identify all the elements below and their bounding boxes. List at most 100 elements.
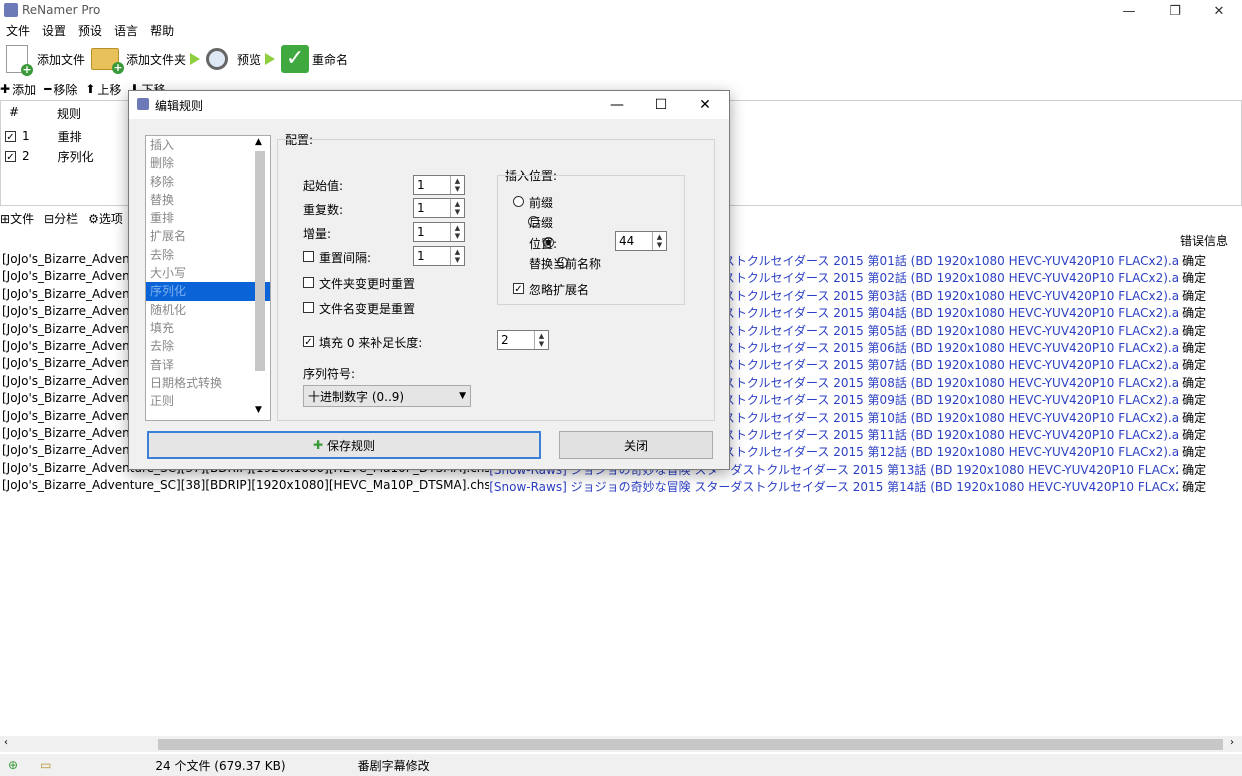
file-status: 确定 [1182, 462, 1207, 477]
preset-name: 番剧字幕修改 [357, 758, 430, 773]
rule-type-item[interactable]: 随机化 [146, 301, 270, 319]
file-row[interactable]: [JoJo's_Bizarre_Adventure_SC][38][BDRIP]… [0, 478, 1242, 495]
rule-type-item[interactable]: 替换 [146, 191, 270, 209]
scrollbar-thumb[interactable] [158, 739, 1223, 750]
restore-button[interactable]: ❐ [1152, 0, 1198, 22]
reset-folder-checkbox[interactable] [303, 277, 314, 288]
rule-row[interactable]: ✓ 2 序列化 [5, 147, 94, 165]
dialog-close-button[interactable]: ✕ [683, 91, 727, 119]
rule-type-item[interactable]: 正则 [146, 392, 270, 410]
status-bar: ⊕ ▭ 24 个文件 (679.37 KB) 番剧字幕修改 [0, 754, 1242, 776]
rule-type-item[interactable]: 日期格式转换 [146, 374, 270, 392]
rule-row[interactable]: ✓ 1 重排 [5, 127, 82, 145]
rule-name: 序列化 [57, 149, 94, 164]
rule-type-item[interactable]: 去除 [146, 337, 270, 355]
dialog-title: 编辑规则 [155, 99, 204, 113]
remove-rule-button[interactable]: ━ 移除 [44, 80, 77, 98]
add-files-label: 添加文件 [37, 52, 86, 67]
dialog-maximize-button[interactable]: ☐ [639, 91, 683, 119]
start-label: 起始值: [303, 179, 344, 193]
numbering-value: 十进制数字 (0..9) [308, 389, 405, 404]
col-num-header: # [9, 105, 20, 119]
rule-checkbox[interactable]: ✓ [5, 130, 16, 143]
menu-presets[interactable]: 预设 [72, 22, 108, 40]
spinner-arrows-icon[interactable]: ▲ ▼ [450, 176, 464, 194]
rule-type-item[interactable]: 移除 [146, 173, 270, 191]
spinner-arrows-icon[interactable]: ▲ ▼ [450, 199, 464, 217]
rule-type-item[interactable]: 序列化 [146, 282, 270, 301]
add-files-button[interactable]: 添加文件 [6, 42, 85, 76]
file-old-name: [JoJo's_Bizarre_Adventure_SC][38][BDRIP]… [2, 478, 490, 493]
reset-name-checkbox[interactable] [303, 302, 314, 313]
move-up-button[interactable]: ⬆ 上移 [85, 80, 121, 98]
numbering-select[interactable]: 十进制数字 (0..9) ▼ [303, 385, 471, 407]
start-value: 1 [417, 178, 425, 192]
rename-button[interactable]: ✓ 重命名 [281, 42, 348, 76]
dialog-minimize-button[interactable]: — [595, 91, 639, 119]
move-up-label: 上移 [97, 82, 122, 97]
reset-every-spinner[interactable]: 1 ▲ ▼ [413, 246, 465, 266]
file-count: 24 个文件 (679.37 KB) [155, 758, 286, 773]
menu-file[interactable]: 文件 [0, 22, 36, 40]
spinner-arrows-icon[interactable]: ▲ ▼ [534, 331, 548, 349]
spinner-arrows-icon[interactable]: ▲ ▼ [450, 247, 464, 265]
position-spinner[interactable]: 44 ▲ ▼ [615, 231, 667, 251]
file-status: 确定 [1182, 254, 1207, 268]
spinner-arrows-icon[interactable]: ▲ ▼ [450, 223, 464, 241]
minimize-button[interactable]: — [1106, 0, 1152, 22]
file-new-name: ストクルセイダース 2015 第09話 (BD 1920x1080 HEVC-Y… [722, 393, 1179, 408]
prefix-radio[interactable] [513, 196, 524, 207]
rule-checkbox[interactable]: ✓ [5, 150, 16, 163]
add-rule-button[interactable]: ✚ 添加 [0, 80, 36, 98]
file-new-name: ストクルセイダース 2015 第04話 (BD 1920x1080 HEVC-Y… [722, 306, 1179, 321]
rule-type-item[interactable]: 扩展名 [146, 227, 270, 245]
rule-type-item[interactable]: 重排 [146, 209, 270, 227]
file-status: 确定 [1182, 445, 1207, 460]
rule-list-scrollbar[interactable]: ▲ ▼ [253, 135, 267, 419]
rule-list-thumb[interactable] [255, 151, 265, 371]
pad-zero-checkbox[interactable]: ✓ [303, 336, 314, 348]
columns-tab[interactable]: ⊟分栏 [44, 210, 78, 228]
file-new-name: ストクルセイダース 2015 第02話 (BD 1920x1080 HEVC-Y… [722, 271, 1179, 286]
file-status: 确定 [1182, 480, 1207, 495]
file-new-name: ストクルセイダース 2015 第12話 (BD 1920x1080 HEVC-Y… [722, 445, 1179, 460]
add-file-status-icon[interactable]: ⊕ [8, 758, 18, 772]
ignore-ext-checkbox[interactable]: ✓ [513, 283, 524, 295]
step-spinner[interactable]: 1 ▲ ▼ [413, 222, 465, 242]
file-new-name: ストクルセイダース 2015 第05話 (BD 1920x1080 HEVC-Y… [722, 323, 1179, 338]
preview-button[interactable]: 预览 [206, 42, 261, 76]
files-tab[interactable]: ⊞文件 [0, 210, 34, 228]
folder-status-icon[interactable]: ▭ [40, 758, 51, 772]
rule-type-item[interactable]: 填充 [146, 319, 270, 337]
reset-every-checkbox[interactable] [303, 251, 314, 262]
repeat-spinner[interactable]: 1 ▲ ▼ [413, 198, 465, 218]
rule-type-item[interactable]: 大小写 [146, 264, 270, 282]
file-new-name: [Snow-Raws] ジョジョの奇妙な冒険 スターダストクルセイダース 201… [489, 480, 1179, 495]
rename-label: 重命名 [312, 52, 349, 67]
close-dialog-button[interactable]: 关闭 [559, 431, 713, 459]
scroll-left-icon[interactable]: ‹ [4, 737, 8, 748]
position-value: 44 [619, 234, 635, 248]
start-spinner[interactable]: 1 ▲ ▼ [413, 175, 465, 195]
menu-language[interactable]: 语言 [108, 22, 144, 40]
add-folder-button[interactable]: 添加文件夹 [91, 42, 186, 76]
pad-zero-label: 填充 0 来补足长度: [319, 336, 423, 350]
scroll-down-icon[interactable]: ▼ [255, 405, 262, 415]
file-new-name: ストクルセイダース 2015 第10話 (BD 1920x1080 HEVC-Y… [722, 410, 1179, 425]
scroll-right-icon[interactable]: › [1230, 737, 1234, 748]
menu-settings[interactable]: 设置 [36, 22, 72, 40]
scroll-up-icon[interactable]: ▲ [255, 137, 262, 147]
rule-type-item[interactable]: 删除 [146, 154, 270, 172]
file-status: 确定 [1182, 427, 1207, 442]
title-bar: ReNamer Pro — ❐ ✕ [0, 0, 1242, 22]
pad-length-spinner[interactable]: 2 ▲ ▼ [497, 330, 549, 350]
rule-num: 2 [22, 149, 30, 163]
save-rule-button[interactable]: ✚ 保存规则 [147, 431, 541, 459]
close-button[interactable]: ✕ [1196, 0, 1242, 22]
rule-type-item[interactable]: 音译 [146, 356, 270, 374]
spinner-arrows-icon[interactable]: ▲ ▼ [652, 232, 666, 250]
rule-type-item[interactable]: 插入 [146, 136, 270, 154]
menu-help[interactable]: 帮助 [144, 22, 180, 40]
options-tab[interactable]: ⚙选项 [88, 210, 123, 228]
rule-type-item[interactable]: 去除 [146, 246, 270, 264]
